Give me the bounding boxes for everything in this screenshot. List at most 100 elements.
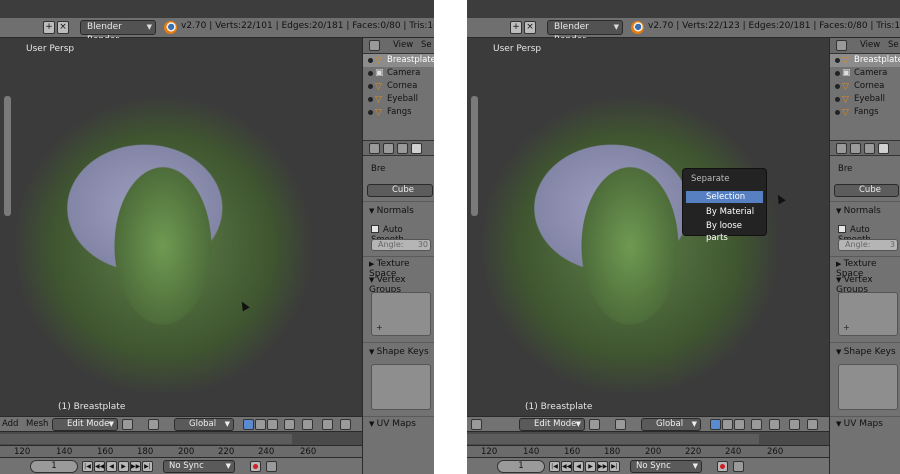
outliner-editor-icon[interactable]	[836, 40, 847, 51]
next-key-icon[interactable]: ▶▶	[597, 461, 608, 472]
frame-ruler[interactable]: 120 140 160 180 200 220 240 260	[467, 445, 829, 457]
outliner-editor-icon[interactable]	[369, 40, 380, 51]
shape-keys-list[interactable]	[371, 364, 431, 410]
scene-tab[interactable]	[850, 143, 861, 154]
edge-select-button[interactable]	[255, 419, 266, 430]
render-tab[interactable]	[836, 143, 847, 154]
frame-ruler[interactable]: 120 140 160 180 200 220 240 260	[0, 445, 362, 457]
current-frame-field[interactable]: 1	[30, 460, 78, 473]
vertex-groups-list[interactable]: +	[838, 292, 898, 336]
render-view-button[interactable]	[807, 419, 818, 430]
outliner-item-fangs[interactable]: ▽ Fangs	[363, 106, 434, 119]
shape-keys-section[interactable]: Shape Keys	[369, 347, 429, 357]
snap-button[interactable]	[789, 419, 800, 430]
outliner-item-eyeball[interactable]: ▽ Eyeball	[830, 93, 900, 106]
render-view-button[interactable]	[340, 419, 351, 430]
keying-set-button[interactable]	[266, 461, 277, 472]
mesh-menu[interactable]: Mesh	[26, 418, 48, 431]
mode-select[interactable]: Edit Mode ▼	[519, 418, 585, 431]
play-reverse-icon[interactable]: ◀	[573, 461, 584, 472]
scene-tab[interactable]	[383, 143, 394, 154]
add-screen-button[interactable]: +	[510, 21, 522, 34]
outliner-item-breastplate[interactable]: ▽ Breastplate	[830, 54, 900, 67]
vertex-select-button[interactable]	[710, 419, 721, 430]
play-icon[interactable]: ▶	[585, 461, 596, 472]
normals-section[interactable]: Normals	[836, 206, 881, 216]
render-tab[interactable]	[369, 143, 380, 154]
jump-start-icon[interactable]: |◀	[549, 461, 560, 472]
outliner-item-camera[interactable]: ▣ Camera	[363, 67, 434, 80]
next-key-icon[interactable]: ▶▶	[130, 461, 141, 472]
editor-type-button[interactable]	[471, 419, 482, 430]
remove-screen-button[interactable]: ×	[524, 21, 536, 34]
outliner-item-cornea[interactable]: ▽ Cornea	[830, 80, 900, 93]
orientation-select[interactable]: Global ▼	[641, 418, 701, 431]
data-tab[interactable]	[411, 143, 422, 154]
separate-selection-item[interactable]: Selection	[686, 191, 763, 203]
face-select-button[interactable]	[734, 419, 745, 430]
play-icon[interactable]: ▶	[118, 461, 129, 472]
outliner-view-menu[interactable]: View	[393, 40, 413, 50]
outliner-item-camera[interactable]: ▣ Camera	[830, 67, 900, 80]
separate-by-material-item[interactable]: By Material	[686, 206, 763, 218]
render-engine-select[interactable]: Blender Render ▼	[547, 20, 623, 45]
uv-maps-section[interactable]: UV Maps	[836, 419, 883, 429]
mesh-name-field[interactable]: Cube	[367, 184, 433, 197]
add-screen-button[interactable]: +	[43, 21, 55, 34]
viewport-scrollbar[interactable]	[4, 96, 11, 216]
normals-section[interactable]: Normals	[369, 206, 414, 216]
current-frame-field[interactable]: 1	[497, 460, 545, 473]
timeline-scrub-area[interactable]	[467, 434, 759, 444]
mesh-name-field[interactable]: Cube	[834, 184, 899, 197]
3d-viewport[interactable]: User Persp (1) Breastplate	[467, 38, 829, 416]
sync-select[interactable]: No Sync ▼	[163, 460, 235, 473]
viewport-scrollbar[interactable]	[471, 96, 478, 216]
add-menu[interactable]: Add	[2, 418, 18, 431]
world-tab[interactable]	[397, 143, 408, 154]
render-engine-select[interactable]: Blender Render ▼	[80, 20, 156, 45]
outliner-view-menu[interactable]: View	[860, 40, 880, 50]
outliner-item-fangs[interactable]: ▽ Fangs	[830, 106, 900, 119]
jump-end-icon[interactable]: ▶|	[609, 461, 620, 472]
jump-start-icon[interactable]: |◀	[82, 461, 93, 472]
pivot-button[interactable]	[615, 419, 626, 430]
orientation-select[interactable]: Global ▼	[174, 418, 234, 431]
play-reverse-icon[interactable]: ◀	[106, 461, 117, 472]
mode-select[interactable]: Edit Mode ▼	[52, 418, 118, 431]
shape-keys-section[interactable]: Shape Keys	[836, 347, 896, 357]
record-button[interactable]	[250, 461, 261, 472]
snap-button[interactable]	[322, 419, 333, 430]
keying-set-button[interactable]	[733, 461, 744, 472]
separate-by-loose-parts-item[interactable]: By loose parts	[686, 220, 763, 243]
vertex-groups-list[interactable]: +	[371, 292, 431, 336]
proportional-button[interactable]	[302, 419, 313, 430]
outliner-search-menu[interactable]: Se	[421, 40, 432, 50]
shape-keys-list[interactable]	[838, 364, 898, 410]
outliner-search-menu[interactable]: Se	[888, 40, 899, 50]
angle-field[interactable]: Angle: 3	[838, 239, 898, 251]
data-tab[interactable]	[878, 143, 889, 154]
edge-select-button[interactable]	[722, 419, 733, 430]
pivot-button[interactable]	[148, 419, 159, 430]
3d-viewport[interactable]: User Persp (1) Breastplate	[0, 38, 362, 416]
occlude-button[interactable]	[751, 419, 762, 430]
prev-key-icon[interactable]: ◀◀	[94, 461, 105, 472]
record-button[interactable]	[717, 461, 728, 472]
world-tab[interactable]	[864, 143, 875, 154]
remove-screen-button[interactable]: ×	[57, 21, 69, 34]
uv-maps-section[interactable]: UV Maps	[369, 419, 416, 429]
face-select-button[interactable]	[267, 419, 278, 430]
vertex-select-button[interactable]	[243, 419, 254, 430]
sync-select[interactable]: No Sync ▼	[630, 460, 702, 473]
outliner-item-eyeball[interactable]: ▽ Eyeball	[363, 93, 434, 106]
occlude-button[interactable]	[284, 419, 295, 430]
timeline-scrub-area[interactable]	[0, 434, 292, 444]
jump-end-icon[interactable]: ▶|	[142, 461, 153, 472]
outliner-item-cornea[interactable]: ▽ Cornea	[363, 80, 434, 93]
outliner-item-breastplate[interactable]: ▽ Breastplate	[363, 54, 434, 67]
angle-field[interactable]: Angle: 30	[371, 239, 431, 251]
shading-button[interactable]	[589, 419, 600, 430]
prev-key-icon[interactable]: ◀◀	[561, 461, 572, 472]
shading-button[interactable]	[122, 419, 133, 430]
proportional-button[interactable]	[769, 419, 780, 430]
